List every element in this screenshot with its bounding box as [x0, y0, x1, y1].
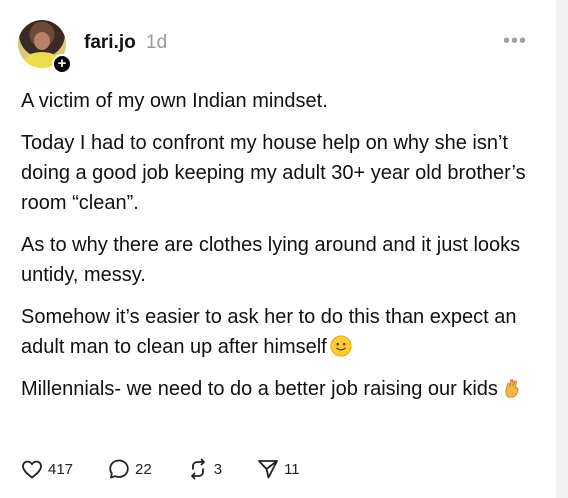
share-button[interactable]: 11 — [256, 457, 300, 481]
post-paragraph-text: Millennials- we need to do a better job … — [21, 378, 498, 400]
post-paragraph: Today I had to confront my house help on… — [21, 132, 526, 214]
comment-icon — [109, 459, 129, 479]
avatar-face — [34, 32, 50, 50]
slightly-smiling-face-icon — [330, 335, 352, 357]
repost-button[interactable]: 3 — [186, 457, 222, 481]
post-paragraph-with-emoji: Somehow it’s easier to ask her to do thi… — [21, 302, 531, 362]
crossed-fingers-icon — [505, 379, 519, 398]
repost-icon — [190, 458, 205, 480]
send-icon — [258, 460, 278, 479]
ellipsis-icon[interactable]: ••• — [503, 31, 527, 51]
post-timestamp: 1d — [146, 32, 168, 53]
reply-count: 22 — [135, 460, 152, 478]
like-count: 417 — [48, 460, 74, 478]
repost-count: 3 — [213, 460, 223, 478]
post-paragraph-with-emoji: Millennials- we need to do a better job … — [21, 374, 531, 404]
heart-icon — [22, 460, 42, 479]
post-body: A victim of my own Indian mindset. Today… — [21, 86, 531, 416]
author-username[interactable]: fari.jo — [84, 32, 136, 54]
like-button[interactable]: 417 — [20, 457, 73, 481]
post-paragraph-text: Somehow it’s easier to ask her to do thi… — [21, 306, 517, 358]
follow-plus-icon[interactable]: + — [52, 54, 72, 74]
post-paragraph: A victim of my own Indian mindset. — [21, 90, 328, 112]
reply-button[interactable]: 22 — [107, 457, 152, 481]
share-count: 11 — [284, 460, 300, 478]
post-card: + fari.jo 1d ••• A victim of my own Indi… — [0, 0, 556, 498]
post-paragraph: As to why there are clothes lying around… — [21, 234, 521, 286]
action-bar: 417 22 3 11 — [20, 457, 334, 481]
